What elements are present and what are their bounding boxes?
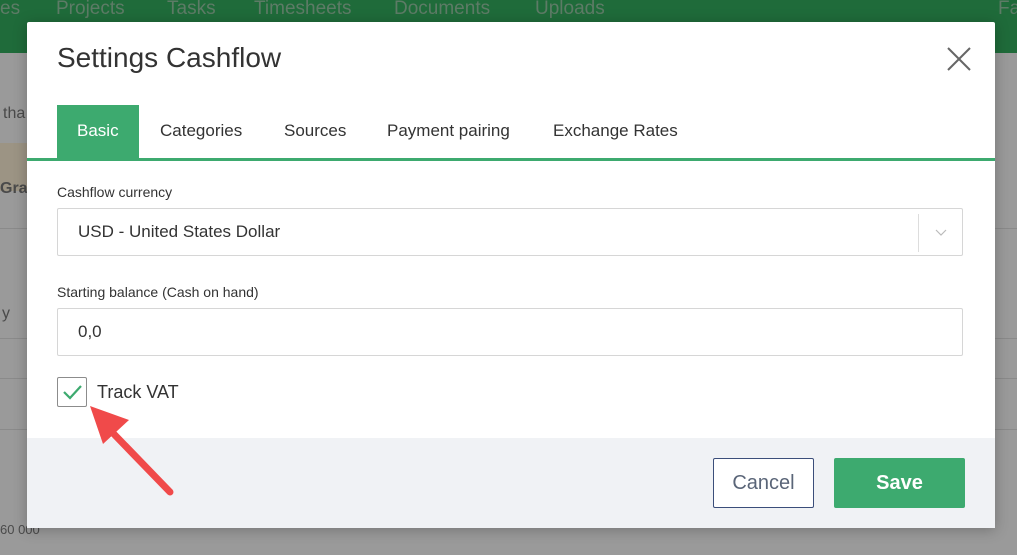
modal-title: Settings Cashflow: [57, 42, 282, 73]
tab-bar: Basic Categories Sources Payment pairing…: [27, 105, 995, 161]
tab-payment-pairing[interactable]: Payment pairing: [367, 105, 530, 158]
currency-select[interactable]: USD - United States Dollar: [57, 208, 963, 256]
cancel-button[interactable]: Cancel: [713, 458, 814, 508]
nav-item-uploads: Uploads: [535, 0, 605, 19]
chevron-down-icon: [935, 229, 947, 236]
tab-sources[interactable]: Sources: [264, 105, 366, 158]
save-button[interactable]: Save: [834, 458, 965, 508]
background-text: y: [2, 305, 10, 322]
track-vat-checkbox[interactable]: [57, 377, 87, 407]
nav-item-documents: Documents: [394, 0, 491, 19]
tab-exchange-rates[interactable]: Exchange Rates: [533, 105, 698, 158]
close-button[interactable]: [944, 44, 974, 74]
nav-item-projects: Projects: [56, 0, 125, 19]
nav-item-timesheets: Timesheets: [254, 0, 352, 19]
track-vat-label: Track VAT: [97, 382, 179, 402]
annotation-arrow-icon: [90, 406, 174, 496]
nav-item-tasks: Tasks: [167, 0, 216, 19]
tab-categories[interactable]: Categories: [140, 105, 262, 158]
starting-balance-input[interactable]: [57, 308, 963, 356]
currency-label: Cashflow currency: [57, 184, 173, 200]
checkmark-icon: [63, 385, 82, 400]
nav-item-fragment-right: Fa: [998, 0, 1017, 19]
select-divider: [918, 214, 919, 252]
currency-select-value: USD - United States Dollar: [78, 222, 281, 241]
nav-item-fragment: es: [0, 0, 21, 19]
background-text: tha: [3, 105, 26, 122]
starting-balance-label: Starting balance (Cash on hand): [57, 284, 259, 300]
tab-basic[interactable]: Basic: [57, 105, 139, 158]
close-icon: [947, 47, 971, 71]
